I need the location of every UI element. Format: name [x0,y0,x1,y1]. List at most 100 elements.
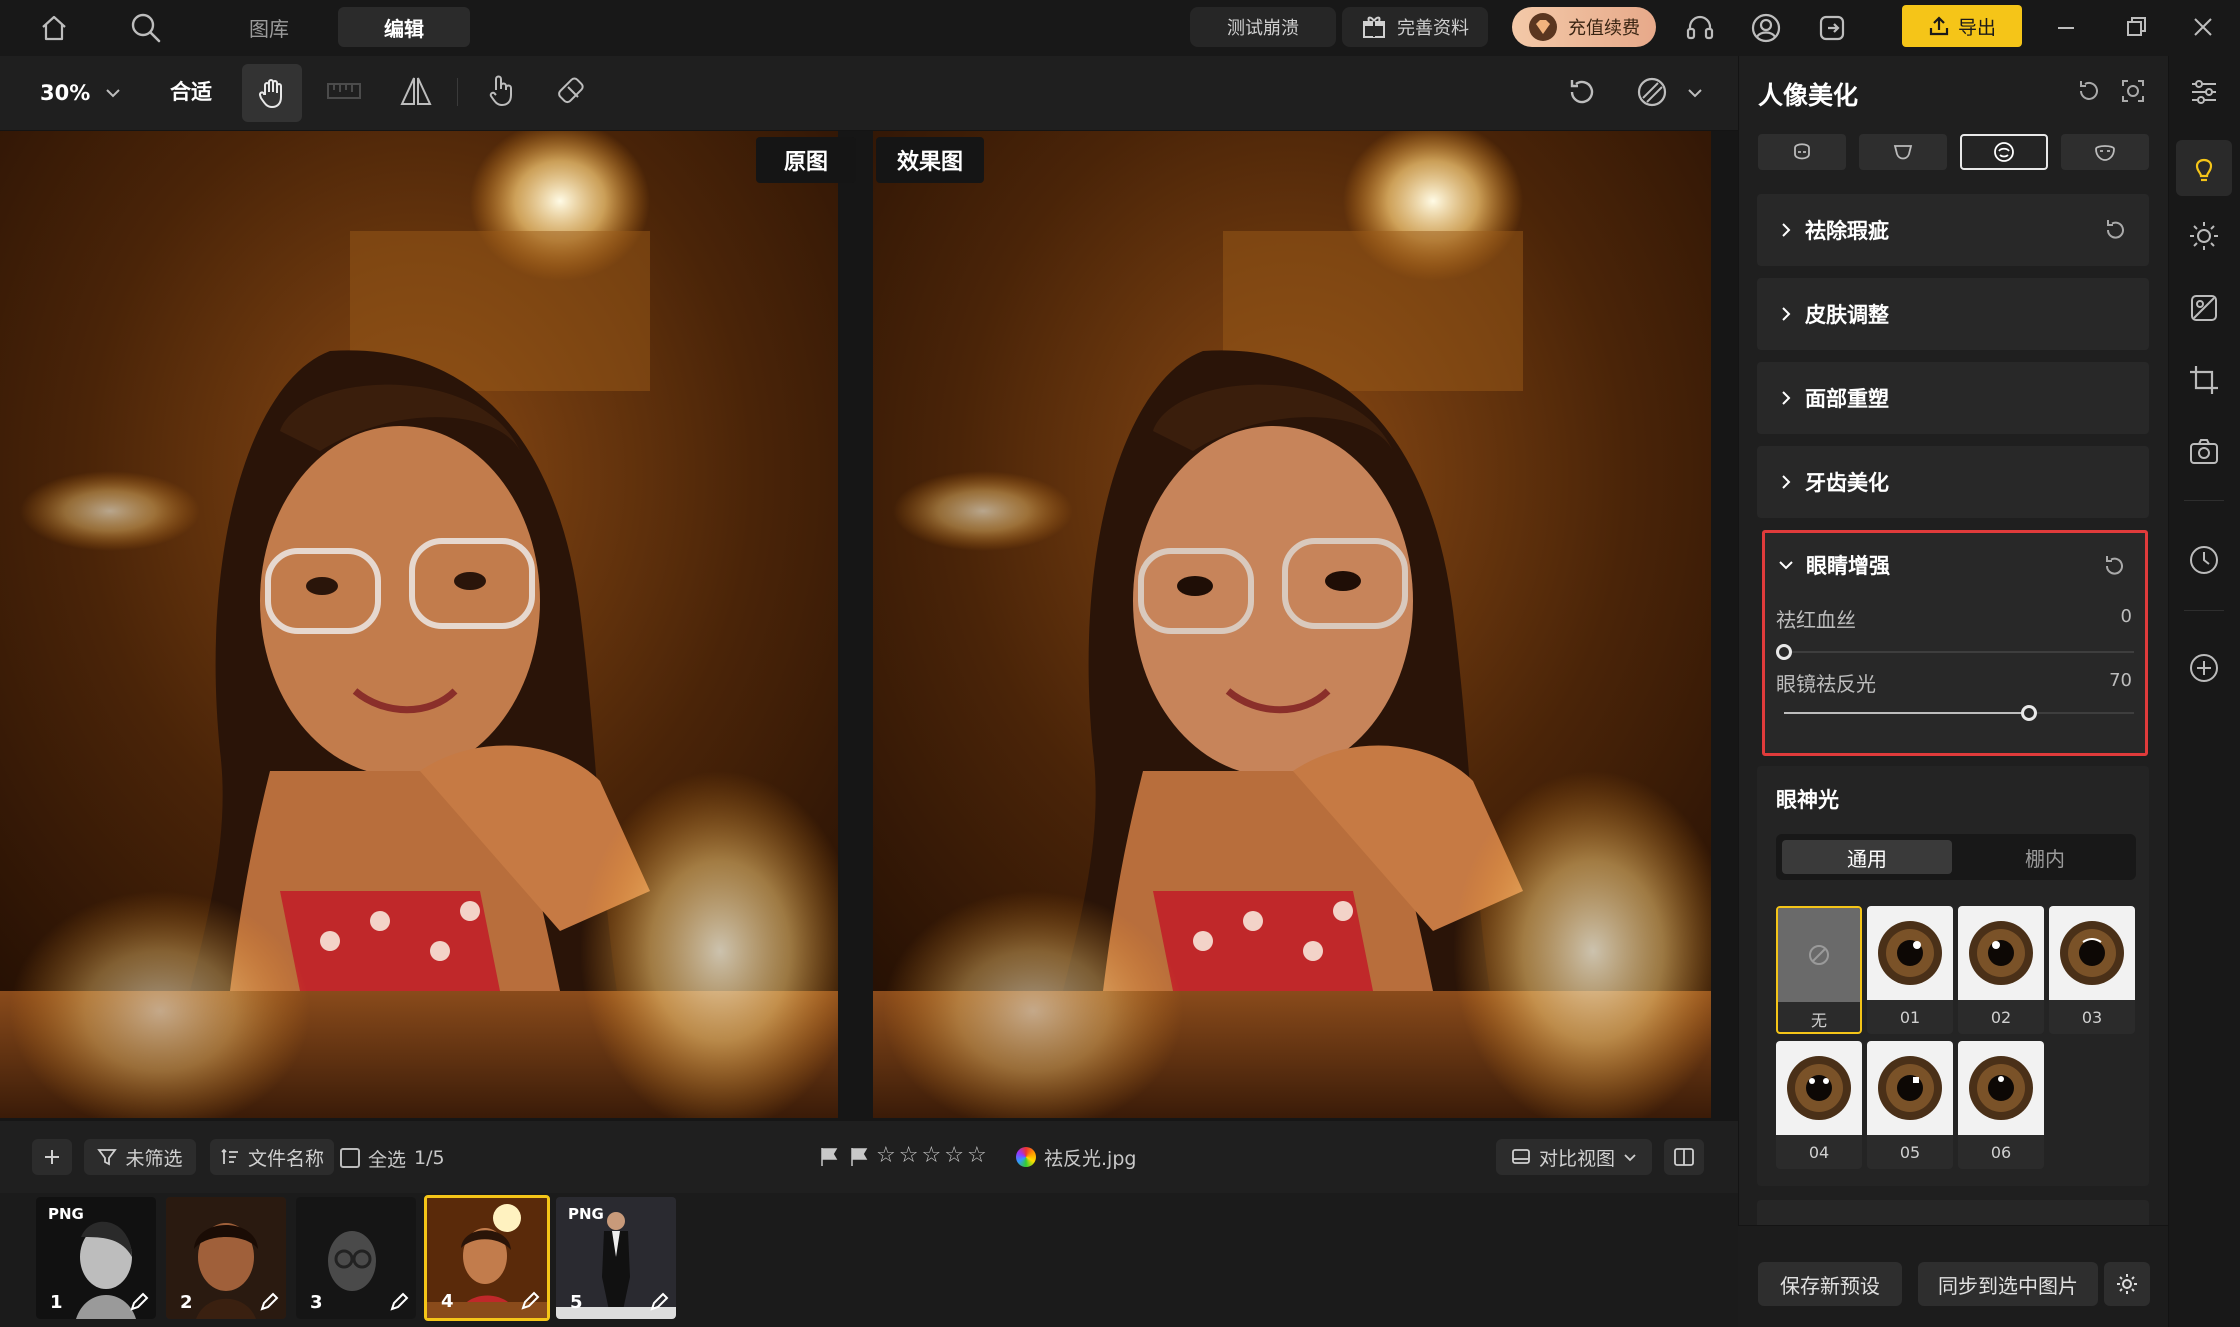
section-label: 牙齿美化 [1805,471,1889,495]
panel-reset-icon[interactable] [2076,78,2102,104]
thumbnail-5[interactable]: PNG 5 [556,1197,676,1319]
face-detect-icon[interactable] [2120,78,2146,104]
user-icon[interactable] [1750,12,1782,44]
section-reset-icon[interactable] [2103,218,2127,242]
face-tab-makeup[interactable] [2061,134,2149,170]
thumbnail-2[interactable]: 2 [166,1197,286,1319]
eraser-icon[interactable] [556,74,590,108]
portrait-tool-button[interactable] [2176,140,2232,196]
face-tab-skin[interactable] [1758,134,1846,170]
star-icon[interactable]: ☆ [899,1143,919,1168]
catchlight-06[interactable]: 06 [1958,1041,2044,1169]
section-blemish[interactable]: 祛除瑕疵 [1757,194,2149,266]
hand-tool-button[interactable] [242,64,302,122]
slider-thumb[interactable] [2021,705,2037,721]
logout-icon[interactable] [1816,12,1848,44]
test-crash-button[interactable]: 测试崩溃 [1190,7,1336,47]
complete-profile-button[interactable]: 完善资料 [1342,7,1488,47]
minimize-icon[interactable] [2054,16,2078,40]
tab-edit[interactable]: 编辑 [338,7,470,47]
catchlight-02[interactable]: 02 [1958,906,2044,1034]
section-label: 皮肤调整 [1805,303,1889,327]
catchlight-03[interactable]: 03 [2049,906,2135,1034]
catchlight-title: 眼神光 [1776,788,1839,812]
sync-button[interactable]: 同步到选中图片 [1918,1262,2098,1306]
slider-thumb[interactable] [1776,644,1792,660]
history-icon[interactable] [2180,536,2228,584]
light-icon[interactable] [2180,212,2228,260]
ruler-icon[interactable] [326,76,362,106]
red-veins-slider[interactable] [1776,644,2134,660]
star-rating[interactable]: ☆ ☆ ☆ ☆ ☆ [876,1143,987,1168]
pencil-icon[interactable] [648,1291,670,1313]
tab-library[interactable]: 图库 [216,7,322,47]
recharge-button[interactable]: 充值续费 [1512,7,1656,47]
thumbnail-4[interactable]: 4 [424,1195,550,1321]
fit-button[interactable]: 合适 [170,76,212,106]
reset-icon[interactable] [1564,74,1600,110]
thumbnail-number: 3 [310,1292,323,1313]
slider-value: 0 [2120,606,2132,627]
catchlight-01[interactable]: 01 [1867,906,1953,1034]
touch-icon[interactable] [484,72,518,108]
filter-button[interactable]: 未筛选 [84,1139,196,1175]
overlay-icon[interactable] [1634,74,1670,110]
section-teeth[interactable]: 牙齿美化 [1757,446,2149,518]
camera-icon[interactable] [2180,428,2228,476]
section-label: 面部重塑 [1805,387,1889,411]
tab-general[interactable]: 通用 [1782,840,1952,874]
slider-track [1784,651,2134,653]
section-face-reshape[interactable]: 面部重塑 [1757,362,2149,434]
pencil-icon[interactable] [128,1291,150,1313]
star-icon[interactable]: ☆ [876,1143,896,1168]
add-button[interactable] [32,1139,72,1175]
adjust-sliders-icon[interactable] [2180,68,2228,116]
close-icon[interactable] [2190,14,2216,40]
save-preset-button[interactable]: 保存新预设 [1758,1262,1902,1306]
view-mode-dropdown[interactable]: 对比视图 [1496,1139,1652,1175]
pencil-icon[interactable] [258,1291,280,1313]
selection-count: 1/5 [414,1147,445,1169]
sync-settings-button[interactable] [2104,1262,2150,1306]
star-icon[interactable]: ☆ [944,1143,964,1168]
star-icon[interactable]: ☆ [967,1143,987,1168]
swatch-label: 05 [1899,1142,1921,1162]
pencil-icon[interactable] [388,1291,410,1313]
image-adjust-icon[interactable] [2180,284,2228,332]
sort-button[interactable]: 文件名称 [210,1139,334,1175]
color-label-icon[interactable] [1016,1147,1036,1167]
catchlight-none[interactable]: 无 [1776,906,1862,1034]
face-tab-eyes[interactable] [1960,134,2048,170]
eye-preview-icon [1867,906,1953,1000]
flip-icon[interactable] [398,74,434,108]
split-view-button[interactable] [1664,1139,1704,1175]
section-skin[interactable]: 皮肤调整 [1757,278,2149,350]
chevron-down-icon[interactable] [1686,84,1704,102]
thumbnail-1[interactable]: PNG 1 [36,1197,156,1319]
section-reset-icon[interactable] [2102,554,2126,578]
pencil-icon[interactable] [519,1290,541,1312]
face-tab-shape[interactable] [1859,134,1947,170]
section-label: 眼睛增强 [1806,554,1890,578]
search-icon[interactable] [128,10,164,46]
catchlight-04[interactable]: 04 [1776,1041,1862,1169]
swatch-label: 无 [1810,1011,1827,1030]
add-circle-icon[interactable] [2180,644,2228,692]
glasses-glare-slider[interactable] [1784,705,2134,721]
flag-icon[interactable] [818,1146,840,1168]
recharge-label: 充值续费 [1568,18,1640,39]
tab-studio[interactable]: 棚内 [1960,840,2130,874]
reject-flag-icon[interactable] [848,1146,870,1168]
section-eye-header[interactable]: 眼睛增强 [1778,550,1890,580]
select-all-checkbox[interactable]: 全选 1/5 [340,1143,445,1173]
sort-label: 文件名称 [247,1147,324,1170]
headset-icon[interactable] [1684,12,1716,44]
home-icon[interactable] [38,12,70,44]
star-icon[interactable]: ☆ [921,1143,941,1168]
thumbnail-3[interactable]: 3 [296,1197,416,1319]
export-button[interactable]: 导出 [1902,5,2022,47]
crop-icon[interactable] [2180,356,2228,404]
catchlight-05[interactable]: 05 [1867,1041,1953,1169]
restore-icon[interactable] [2124,14,2150,40]
zoom-dropdown[interactable]: 30% [40,74,122,112]
